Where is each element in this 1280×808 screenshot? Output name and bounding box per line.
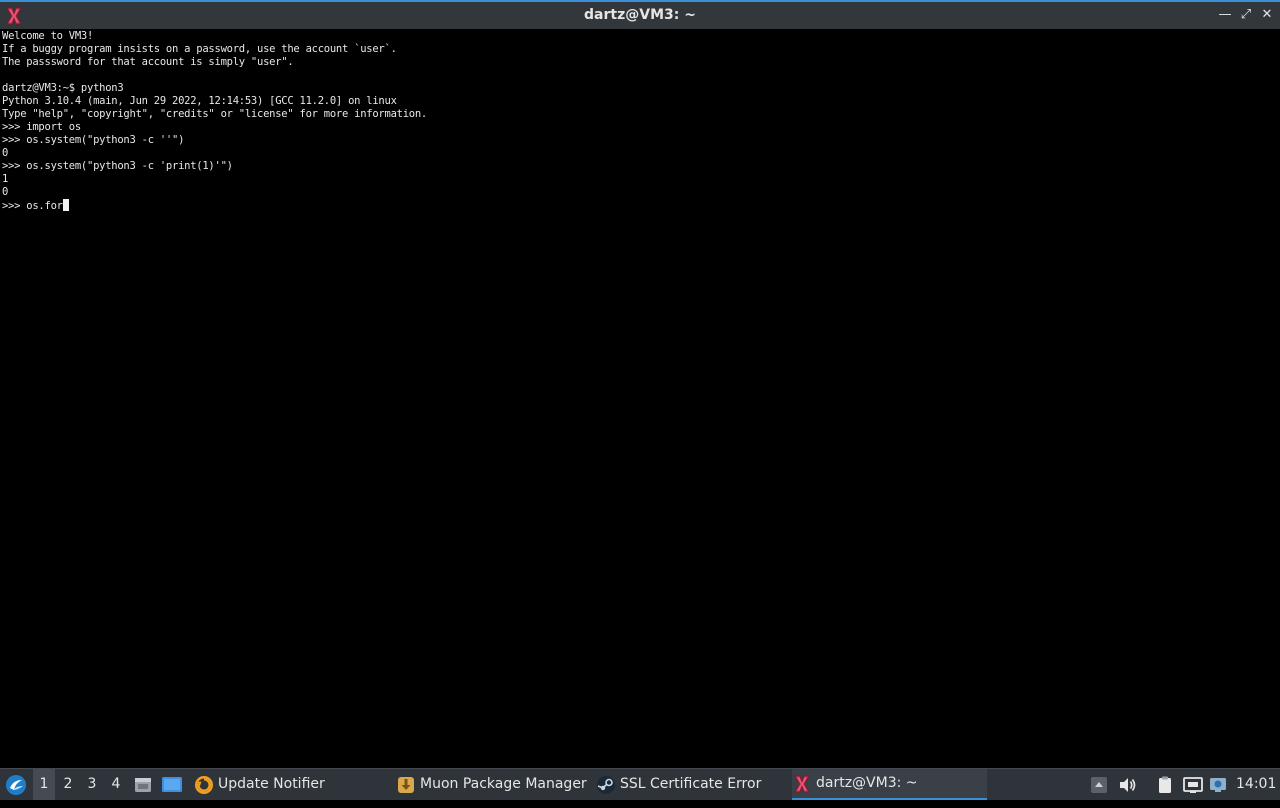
desktop-switch-4[interactable]: 4 bbox=[105, 769, 127, 800]
steam-icon bbox=[597, 775, 615, 794]
update-tray-button[interactable] bbox=[1208, 769, 1230, 800]
terminal-line: Python 3.10.4 (main, Jun 29 2022, 12:14:… bbox=[2, 95, 397, 107]
volume-button[interactable] bbox=[1118, 769, 1140, 800]
terminal-line: The passsword for that account is simply… bbox=[2, 56, 294, 68]
network-button[interactable] bbox=[1182, 769, 1204, 800]
terminal-line: 0 bbox=[2, 186, 9, 198]
close-button[interactable]: ✕ bbox=[1258, 6, 1276, 24]
xterm-x-icon bbox=[794, 775, 810, 792]
terminal-line: >>> import os bbox=[2, 121, 81, 133]
network-icon bbox=[1183, 777, 1203, 793]
window-title: dartz@VM3: ~ bbox=[584, 7, 696, 23]
task-muon-package-manager[interactable]: Muon Package Manager bbox=[396, 769, 591, 800]
desktop-switch-1[interactable]: 1 bbox=[33, 769, 55, 800]
start-menu-button[interactable] bbox=[5, 769, 27, 800]
text-cursor bbox=[62, 199, 69, 211]
clipboard-button[interactable] bbox=[1155, 769, 1177, 800]
terminal-line: >>> os.system("python3 -c 'print(1)'") bbox=[2, 160, 233, 172]
task-label: Muon Package Manager bbox=[420, 776, 587, 792]
lubuntu-logo-icon bbox=[6, 775, 26, 795]
file-manager-launcher[interactable] bbox=[133, 769, 155, 800]
task-label: SSL Certificate Error bbox=[620, 776, 762, 792]
task-label: dartz@VM3: ~ bbox=[816, 775, 918, 791]
tray-expand-button[interactable] bbox=[1090, 769, 1112, 800]
terminal-input-line[interactable]: >>> os.for bbox=[2, 199, 427, 212]
clipboard-icon bbox=[1159, 776, 1171, 793]
show-desktop-button[interactable] bbox=[161, 769, 183, 800]
terminal-line: >>> os.system("python3 -c ''") bbox=[2, 134, 185, 146]
clock[interactable]: 14:01 bbox=[1236, 769, 1276, 800]
file-manager-icon bbox=[135, 778, 151, 792]
show-desktop-icon bbox=[162, 777, 182, 792]
tray-expand-icon bbox=[1091, 777, 1107, 793]
update-notifier-icon bbox=[195, 775, 213, 794]
terminal-line: 0 bbox=[2, 147, 9, 159]
task-ssl-certificate-error[interactable]: SSL Certificate Error bbox=[596, 769, 788, 800]
taskbar: 1 2 3 4 Update Notifier Muon Package Man… bbox=[0, 768, 1280, 800]
terminal-output: Welcome to VM3! If a buggy program insis… bbox=[2, 30, 427, 212]
task-terminal[interactable]: dartz@VM3: ~ bbox=[792, 769, 987, 800]
maximize-button[interactable]: ⤢ bbox=[1237, 6, 1255, 24]
muon-package-icon bbox=[398, 776, 414, 793]
desktop-switch-2[interactable]: 2 bbox=[57, 769, 79, 800]
terminal-line: Type "help", "copyright", "credits" or "… bbox=[2, 108, 428, 120]
update-tray-icon bbox=[1210, 778, 1226, 792]
terminal-current-input[interactable]: >>> os.for bbox=[2, 200, 63, 212]
terminal-line: If a buggy program insists on a password… bbox=[2, 43, 397, 55]
desktop-switch-3[interactable]: 3 bbox=[81, 769, 103, 800]
minimize-button[interactable]: — bbox=[1216, 6, 1234, 24]
terminal-view[interactable]: Welcome to VM3! If a buggy program insis… bbox=[0, 29, 1280, 768]
terminal-line: dartz@VM3:~$ python3 bbox=[2, 82, 124, 94]
task-update-notifier[interactable]: Update Notifier bbox=[194, 769, 389, 800]
task-label: Update Notifier bbox=[218, 776, 325, 792]
window-titlebar[interactable]: dartz@VM3: ~ — ⤢ ✕ bbox=[0, 0, 1280, 29]
volume-icon bbox=[1120, 778, 1136, 792]
terminal-line: Welcome to VM3! bbox=[2, 30, 94, 42]
terminal-line: 1 bbox=[2, 173, 9, 185]
